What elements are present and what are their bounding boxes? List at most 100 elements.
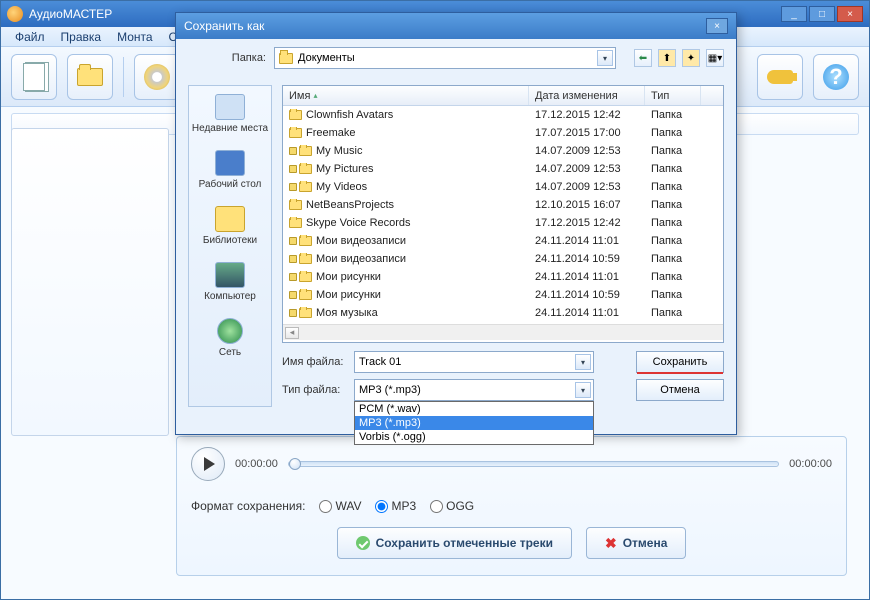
folder-icon — [299, 290, 312, 300]
minimize-button[interactable]: _ — [781, 6, 807, 22]
scroll-left-icon[interactable]: ◂ — [285, 327, 299, 339]
menu-file[interactable]: Файл — [7, 28, 53, 46]
table-row[interactable]: Skype Voice Records17.12.2015 12:42Папка — [283, 214, 723, 232]
nav-newfolder-icon[interactable]: ✦ — [682, 49, 700, 67]
table-row[interactable]: My Pictures14.07.2009 12:53Папка — [283, 160, 723, 178]
lock-icon — [289, 255, 297, 263]
filetype-option-pcm[interactable]: PCM (*.wav) — [355, 402, 593, 416]
table-row[interactable]: Моя музыка24.11.2014 11:01Папка — [283, 304, 723, 322]
save-as-dialog: Сохранить как × Папка: Документы ▾ ⬅ ⬆ ✦… — [175, 12, 737, 435]
table-row[interactable]: Мои рисунки24.11.2014 11:01Папка — [283, 268, 723, 286]
maximize-button[interactable]: □ — [809, 6, 835, 22]
place-recent[interactable]: Недавние места — [189, 86, 271, 142]
chevron-down-icon[interactable]: ▾ — [597, 50, 613, 66]
lock-icon — [289, 273, 297, 281]
time-total: 00:00:00 — [789, 458, 832, 470]
filetype-option-vorbis[interactable]: Vorbis (*.ogg) — [355, 430, 593, 444]
cancel-button[interactable]: Отмена — [636, 379, 724, 401]
table-row[interactable]: My Music14.07.2009 12:53Папка — [283, 142, 723, 160]
tool-help[interactable]: ? — [813, 54, 859, 100]
network-icon — [217, 318, 243, 344]
column-headers[interactable]: Имя Дата изменения Тип — [283, 86, 723, 106]
lock-icon — [289, 309, 297, 317]
radio-mp3[interactable]: MP3 — [375, 499, 416, 513]
folder-icon — [299, 146, 312, 156]
filename-label: Имя файла: — [282, 356, 346, 368]
filetype-label: Тип файла: — [282, 384, 346, 396]
folder-icon — [299, 236, 312, 246]
lock-icon — [289, 147, 297, 155]
col-date[interactable]: Дата изменения — [529, 86, 645, 105]
dialog-close-button[interactable]: × — [706, 18, 728, 34]
table-row[interactable]: Мои видеозаписи24.11.2014 10:59Папка — [283, 250, 723, 268]
save-tracks-button[interactable]: Сохранить отмеченные треки — [337, 527, 572, 559]
menu-edit[interactable]: Правка — [53, 28, 110, 46]
player-panel: 00:00:00 00:00:00 Формат сохранения: WAV… — [176, 436, 847, 576]
table-row[interactable]: Freemake17.07.2015 17:00Папка — [283, 124, 723, 142]
place-network[interactable]: Сеть — [189, 310, 271, 366]
nav-back-icon[interactable]: ⬅ — [634, 49, 652, 67]
folder-icon — [289, 200, 302, 210]
chevron-down-icon[interactable]: ▾ — [575, 354, 591, 370]
progress-slider[interactable] — [288, 461, 779, 467]
folder-icon — [299, 164, 312, 174]
folder-icon — [77, 68, 103, 86]
save-button[interactable]: Сохранить — [636, 351, 724, 373]
place-desktop[interactable]: Рабочий стол — [189, 142, 271, 198]
tool-new[interactable] — [11, 54, 57, 100]
filetype-dropdown[interactable]: PCM (*.wav) MP3 (*.mp3) Vorbis (*.ogg) — [354, 401, 594, 445]
lock-icon — [289, 165, 297, 173]
disc-icon — [144, 64, 170, 90]
table-row[interactable]: Мои видеозаписи24.11.2014 11:01Папка — [283, 232, 723, 250]
horizontal-scrollbar[interactable]: ◂ — [283, 324, 723, 340]
folder-combo[interactable]: Документы ▾ — [274, 47, 616, 69]
nav-viewmenu-icon[interactable]: ▦▾ — [706, 49, 724, 67]
key-icon — [767, 70, 793, 84]
play-button[interactable] — [191, 447, 225, 481]
lock-icon — [289, 237, 297, 245]
place-computer[interactable]: Компьютер — [189, 254, 271, 310]
radio-wav[interactable]: WAV — [319, 499, 361, 513]
slider-thumb[interactable] — [289, 458, 301, 470]
places-bar: Недавние места Рабочий стол Библиотеки К… — [188, 85, 272, 407]
lock-icon — [289, 183, 297, 191]
filename-input[interactable]: Track 01 ▾ — [354, 351, 594, 373]
nav-up-icon[interactable]: ⬆ — [658, 49, 676, 67]
cancel-tracks-button[interactable]: ✖ Отмена — [586, 527, 686, 559]
folder-icon — [289, 128, 302, 138]
check-icon — [356, 536, 370, 550]
dialog-titlebar[interactable]: Сохранить как × — [176, 13, 736, 39]
x-icon: ✖ — [605, 535, 617, 552]
place-libraries[interactable]: Библиотеки — [189, 198, 271, 254]
tool-open[interactable] — [67, 54, 113, 100]
table-row[interactable]: Clownfish Avatars17.12.2015 12:42Папка — [283, 106, 723, 124]
folder-icon — [299, 308, 312, 318]
folder-icon — [279, 53, 293, 64]
filetype-combo[interactable]: MP3 (*.mp3) ▾ — [354, 379, 594, 401]
toolbar-separator — [123, 57, 124, 97]
filename-value: Track 01 — [359, 356, 401, 368]
tool-cd[interactable] — [134, 54, 180, 100]
page-icon — [23, 63, 45, 91]
folder-value: Документы — [298, 52, 355, 64]
col-type[interactable]: Тип — [645, 86, 701, 105]
chevron-down-icon[interactable]: ▾ — [575, 382, 591, 398]
highlight-underline — [637, 372, 723, 374]
menu-montage[interactable]: Монта — [109, 28, 160, 46]
file-list[interactable]: Имя Дата изменения Тип Clownfish Avatars… — [282, 85, 724, 343]
file-rows[interactable]: Clownfish Avatars17.12.2015 12:42ПапкаFr… — [283, 106, 723, 324]
app-logo-icon — [7, 6, 23, 22]
table-row[interactable]: Мои рисунки24.11.2014 10:59Папка — [283, 286, 723, 304]
filetype-option-mp3[interactable]: MP3 (*.mp3) — [355, 416, 593, 430]
app-title: АудиоМАСТЕР — [29, 7, 112, 21]
table-row[interactable]: NetBeansProjects12.10.2015 16:07Папка — [283, 196, 723, 214]
table-row[interactable]: My Videos14.07.2009 12:53Папка — [283, 178, 723, 196]
tool-key[interactable] — [757, 54, 803, 100]
left-panel — [11, 128, 169, 436]
col-name[interactable]: Имя — [283, 86, 529, 105]
help-icon: ? — [823, 64, 849, 90]
radio-ogg[interactable]: OGG — [430, 499, 474, 513]
lock-icon — [289, 291, 297, 299]
close-button[interactable]: × — [837, 6, 863, 22]
folder-icon — [289, 110, 302, 120]
